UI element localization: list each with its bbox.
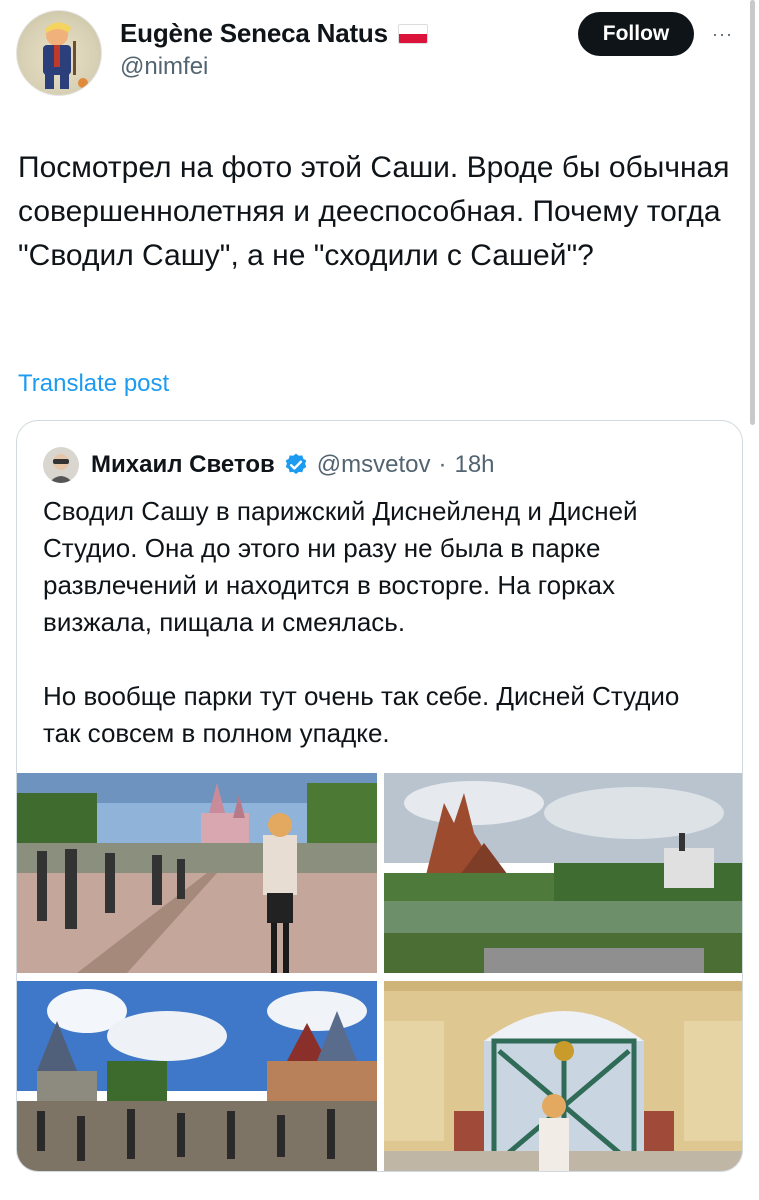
author-name[interactable]: Eugène Seneca Natus — [120, 18, 428, 49]
poland-flag-icon — [397, 23, 428, 44]
author-block: Eugène Seneca Natus @nimfei — [120, 18, 428, 81]
quoted-post[interactable]: Михаил Светов @msvetov · 18h Сводил Сашу… — [16, 420, 743, 1172]
photo-castle-main-street[interactable] — [17, 773, 377, 973]
photo-fantasyland-crowd[interactable] — [17, 981, 377, 1171]
quoted-avatar[interactable] — [43, 447, 79, 483]
photo-big-thunder-mountain[interactable] — [384, 773, 742, 973]
photo-grid — [17, 773, 742, 1171]
scrollbar[interactable] — [750, 0, 755, 425]
quoted-post-text: Сводил Сашу в парижский Диснейленд и Дис… — [43, 496, 680, 748]
translate-post-link[interactable]: Translate post — [18, 370, 169, 398]
more-options-icon[interactable]: ··· — [712, 24, 733, 45]
separator: · — [438, 451, 447, 478]
author-name-text[interactable]: Eugène Seneca Natus — [120, 18, 388, 49]
quoted-author-handle[interactable]: @msvetov — [317, 451, 431, 479]
author-handle[interactable]: @nimfei — [120, 53, 428, 81]
post-header: Eugène Seneca Natus @nimfei Follow ··· — [16, 8, 736, 100]
follow-button[interactable]: Follow — [578, 12, 694, 56]
photo-studios-gate[interactable] — [384, 981, 742, 1171]
verified-badge-icon — [285, 453, 307, 474]
quoted-post-header: Михаил Светов @msvetov · 18h — [43, 447, 495, 483]
post-text: Посмотрел на фото этой Саши. Вроде бы об… — [18, 151, 738, 272]
quoted-author-name[interactable]: Михаил Светов — [91, 451, 275, 479]
avatar[interactable] — [16, 10, 102, 96]
post-time[interactable]: 18h — [454, 451, 494, 479]
